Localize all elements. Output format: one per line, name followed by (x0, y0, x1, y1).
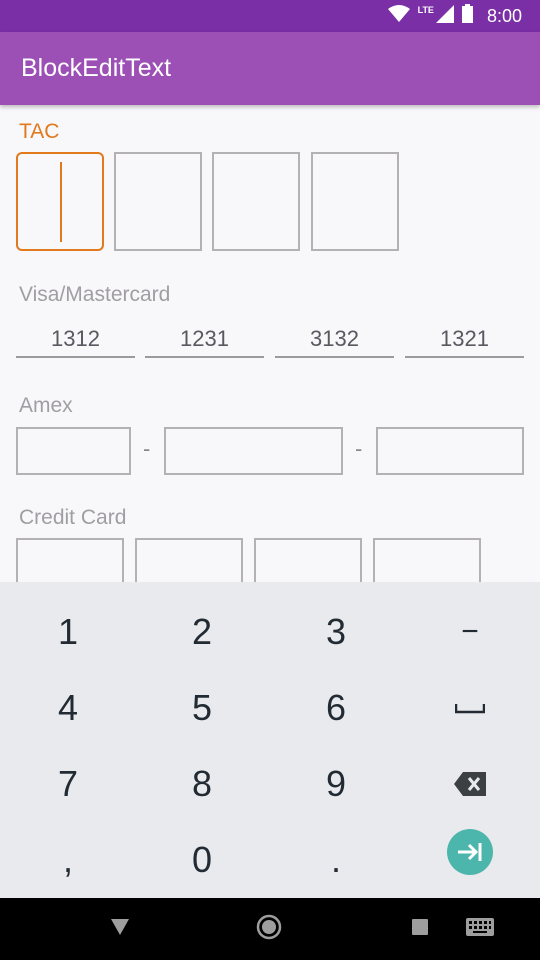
backspace-icon (454, 772, 486, 796)
visa-field-2[interactable]: 1231 (145, 322, 264, 358)
next-field-icon (447, 829, 493, 875)
key-9[interactable]: 9 (286, 754, 386, 814)
amex-field-2[interactable] (164, 427, 343, 475)
key-3[interactable]: 3 (286, 602, 386, 662)
tac-box-1[interactable] (16, 152, 104, 251)
recents-icon (412, 918, 428, 940)
space-key[interactable] (420, 678, 520, 738)
wifi-icon (387, 4, 410, 28)
amex-separator-2: - (355, 436, 363, 461)
back-icon (111, 918, 129, 940)
key-1[interactable]: 1 (18, 602, 118, 662)
key-comma[interactable]: , (18, 830, 118, 890)
home-icon (256, 914, 282, 945)
network-type: LTE (417, 5, 434, 15)
tac-box-2[interactable] (114, 152, 202, 251)
recents-button[interactable] (400, 898, 440, 960)
tac-box-4[interactable] (311, 152, 399, 251)
key-4[interactable]: 4 (18, 678, 118, 738)
tac-label: TAC (19, 120, 60, 143)
clock: 8:00 (486, 5, 522, 26)
app-title: BlockEditText (21, 54, 172, 82)
keyboard-switch-button[interactable] (460, 898, 500, 960)
text-cursor (60, 162, 62, 242)
app-bar: BlockEditText (0, 32, 540, 105)
back-button[interactable] (100, 898, 140, 960)
space-icon (455, 702, 485, 714)
key-7[interactable]: 7 (18, 754, 118, 814)
home-button[interactable] (249, 898, 289, 960)
backspace-key[interactable] (420, 754, 520, 814)
visa-field-3[interactable]: 3132 (275, 322, 394, 358)
key-8[interactable]: 8 (152, 754, 252, 814)
key-0[interactable]: 0 (152, 830, 252, 890)
key-6[interactable]: 6 (286, 678, 386, 738)
amex-field-3[interactable] (376, 427, 524, 475)
credit-card-label: Credit Card (19, 506, 127, 529)
key-period[interactable]: . (286, 830, 386, 890)
keyboard-icon (466, 917, 494, 941)
numeric-keyboard: 1 2 3 − 4 5 6 7 8 9 , 0 . (0, 582, 540, 898)
tac-box-3[interactable] (212, 152, 300, 251)
visa-label: Visa/Mastercard (19, 283, 171, 306)
status-icons: LTE 8:00 (387, 0, 522, 32)
status-bar: LTE 8:00 (0, 0, 540, 32)
visa-field-1[interactable]: 1312 (16, 322, 135, 358)
next-key[interactable] (420, 822, 520, 882)
amex-separator-1: - (143, 436, 151, 461)
amex-label: Amex (19, 394, 73, 417)
key-minus[interactable]: − (420, 602, 520, 662)
signal-icon (435, 4, 454, 28)
key-5[interactable]: 5 (152, 678, 252, 738)
battery-icon (461, 4, 473, 28)
navigation-bar (0, 898, 540, 960)
key-2[interactable]: 2 (152, 602, 252, 662)
amex-field-1[interactable] (16, 427, 131, 475)
visa-field-4[interactable]: 1321 (405, 322, 524, 358)
